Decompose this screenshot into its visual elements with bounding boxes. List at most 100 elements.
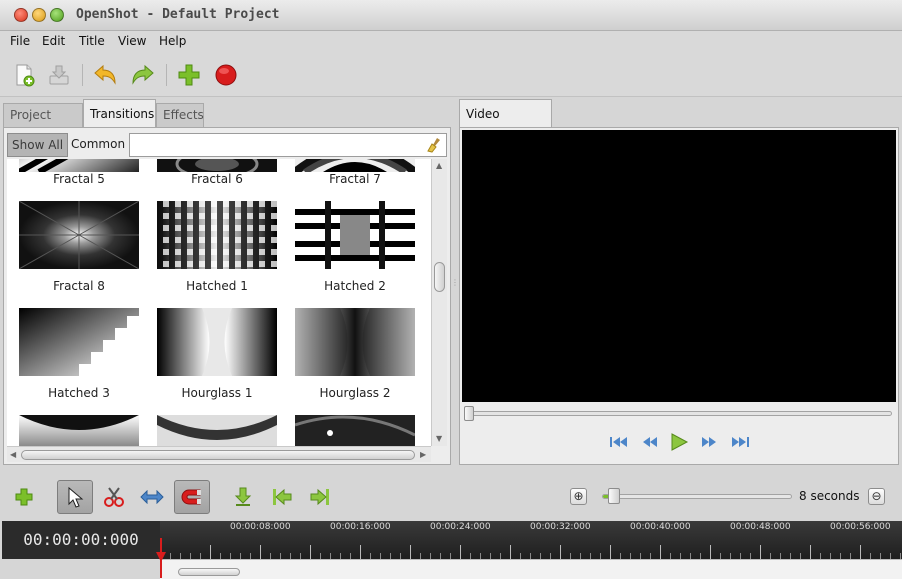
fast-forward-button[interactable]	[700, 433, 718, 451]
ruler-tick	[760, 545, 761, 559]
menu-view[interactable]: View	[118, 34, 146, 48]
magnet-icon	[181, 489, 201, 505]
ruler-tick	[660, 545, 661, 559]
timeline-ruler[interactable]: 00:00:08:000 00:00:16:000 00:00:24:000 0…	[160, 521, 902, 559]
undo-button[interactable]	[92, 62, 118, 88]
transition-label: Hatched 2	[324, 279, 386, 293]
add-track-button[interactable]	[6, 480, 42, 514]
close-window-button[interactable]	[14, 8, 28, 22]
show-all-filter-button[interactable]: Show All	[7, 133, 69, 157]
new-project-button[interactable]	[11, 62, 37, 88]
transition-thumbnail-hourglass-2[interactable]	[295, 308, 415, 376]
undo-icon	[94, 64, 116, 85]
razor-tool-button[interactable]	[96, 480, 132, 514]
horizontal-scroll-thumb[interactable]	[21, 450, 415, 460]
timeline-track-area[interactable]	[160, 559, 902, 579]
zoom-slider-handle[interactable]	[608, 488, 620, 504]
transition-thumbnail-fractal-7[interactable]	[295, 159, 415, 172]
transition-label: Hourglass 1	[181, 386, 253, 400]
transition-label: Hatched 3	[48, 386, 110, 400]
scroll-down-icon[interactable]: ▼	[436, 434, 442, 443]
common-filter-button[interactable]: Common	[67, 133, 129, 157]
ruler-label: 00:00:40:000	[630, 522, 691, 532]
preview-seek-handle[interactable]	[464, 406, 474, 421]
tab-transitions[interactable]: Transitions	[83, 99, 156, 128]
resize-tool-button[interactable]	[134, 480, 170, 514]
jump-to-end-button[interactable]	[730, 433, 750, 451]
new-project-icon	[16, 64, 35, 87]
menu-bar: File Edit Title View Help	[0, 31, 902, 53]
scissors-icon	[104, 487, 124, 507]
play-button[interactable]	[669, 433, 689, 451]
playhead-marker-icon	[156, 552, 166, 562]
add-marker-button[interactable]	[225, 480, 261, 514]
timeline-scroll-thumb[interactable]	[178, 568, 240, 576]
video-preview-body	[459, 127, 899, 465]
ruler-tick	[510, 545, 511, 559]
video-preview-screen	[462, 130, 896, 402]
snapping-toggle-button[interactable]	[174, 480, 210, 514]
clear-search-icon[interactable]	[426, 137, 442, 153]
scroll-up-icon[interactable]: ▲	[436, 161, 442, 170]
transition-thumbnail[interactable]	[157, 415, 277, 446]
transition-thumbnail-hatched-3[interactable]	[19, 308, 139, 376]
zoom-in-button[interactable]: ⊕	[570, 488, 587, 505]
timeline-toolbar: ⊕ 8 seconds ⊖	[0, 476, 902, 518]
zoom-in-icon: ⊕	[573, 489, 584, 503]
preview-seek-slider[interactable]	[466, 411, 892, 416]
menu-help[interactable]: Help	[159, 34, 186, 48]
transition-thumbnail[interactable]	[295, 415, 415, 446]
transition-thumbnail-fractal-6[interactable]	[157, 159, 277, 172]
vertical-scroll-thumb[interactable]	[434, 262, 445, 292]
transition-search-input[interactable]	[129, 133, 447, 157]
rewind-button[interactable]	[641, 433, 659, 451]
transition-filter-bar: Show All Common	[7, 133, 449, 157]
menu-file[interactable]: File	[10, 34, 30, 48]
transition-thumbnail-fractal-8[interactable]	[19, 201, 139, 269]
next-marker-icon	[310, 488, 329, 506]
maximize-window-button[interactable]	[50, 8, 64, 22]
pane-splitter-handle[interactable]: ⋮	[451, 278, 459, 287]
ruler-tick	[360, 545, 361, 559]
add-track-icon	[15, 488, 33, 506]
next-marker-button[interactable]	[302, 480, 338, 514]
play-icon	[671, 433, 689, 451]
transitions-horizontal-scrollbar[interactable]: ◀ ▶	[7, 446, 431, 462]
transition-label: Hatched 1	[186, 279, 248, 293]
transition-thumbnail-hatched-2[interactable]	[295, 201, 415, 269]
ruler-tick	[710, 545, 711, 559]
import-files-button[interactable]	[176, 62, 202, 88]
main-toolbar	[0, 53, 902, 97]
transition-thumbnail[interactable]	[19, 415, 139, 446]
previous-marker-icon	[273, 488, 292, 506]
transitions-vertical-scrollbar[interactable]: ▲ ▼	[431, 159, 447, 446]
fast-forward-icon	[702, 437, 716, 447]
transition-thumbnail-hourglass-1[interactable]	[157, 308, 277, 376]
redo-button[interactable]	[130, 62, 156, 88]
transition-thumbnail-fractal-5[interactable]	[19, 159, 139, 172]
timeline-zoom-slider[interactable]	[602, 494, 792, 499]
scroll-left-icon[interactable]: ◀	[10, 450, 16, 459]
minimize-window-button[interactable]	[32, 8, 46, 22]
save-project-button[interactable]	[46, 62, 72, 88]
jump-to-start-button[interactable]	[609, 433, 629, 451]
export-video-button[interactable]	[213, 62, 239, 88]
tab-effects[interactable]: Effects	[156, 103, 204, 127]
zoom-out-button[interactable]: ⊖	[868, 488, 885, 505]
menu-title[interactable]: Title	[79, 34, 105, 48]
ruler-label: 00:00:16:000	[330, 522, 391, 532]
toolbar-separator	[166, 64, 167, 86]
ruler-label: 00:00:56:000	[830, 522, 891, 532]
select-tool-button[interactable]	[57, 480, 93, 514]
scroll-right-icon[interactable]: ▶	[420, 450, 426, 459]
menu-edit[interactable]: Edit	[42, 34, 65, 48]
tab-project-files[interactable]: Project Files	[3, 103, 83, 144]
tab-video-preview[interactable]: Video Preview	[459, 99, 552, 149]
previous-marker-button[interactable]	[264, 480, 300, 514]
ruler-label: 00:00:08:000	[230, 522, 291, 532]
toolbar-separator	[82, 64, 83, 86]
redo-icon	[132, 64, 154, 85]
transition-thumbnail-hatched-1[interactable]	[157, 201, 277, 269]
playhead[interactable]	[156, 538, 166, 578]
transition-label: Fractal 7	[329, 172, 381, 186]
